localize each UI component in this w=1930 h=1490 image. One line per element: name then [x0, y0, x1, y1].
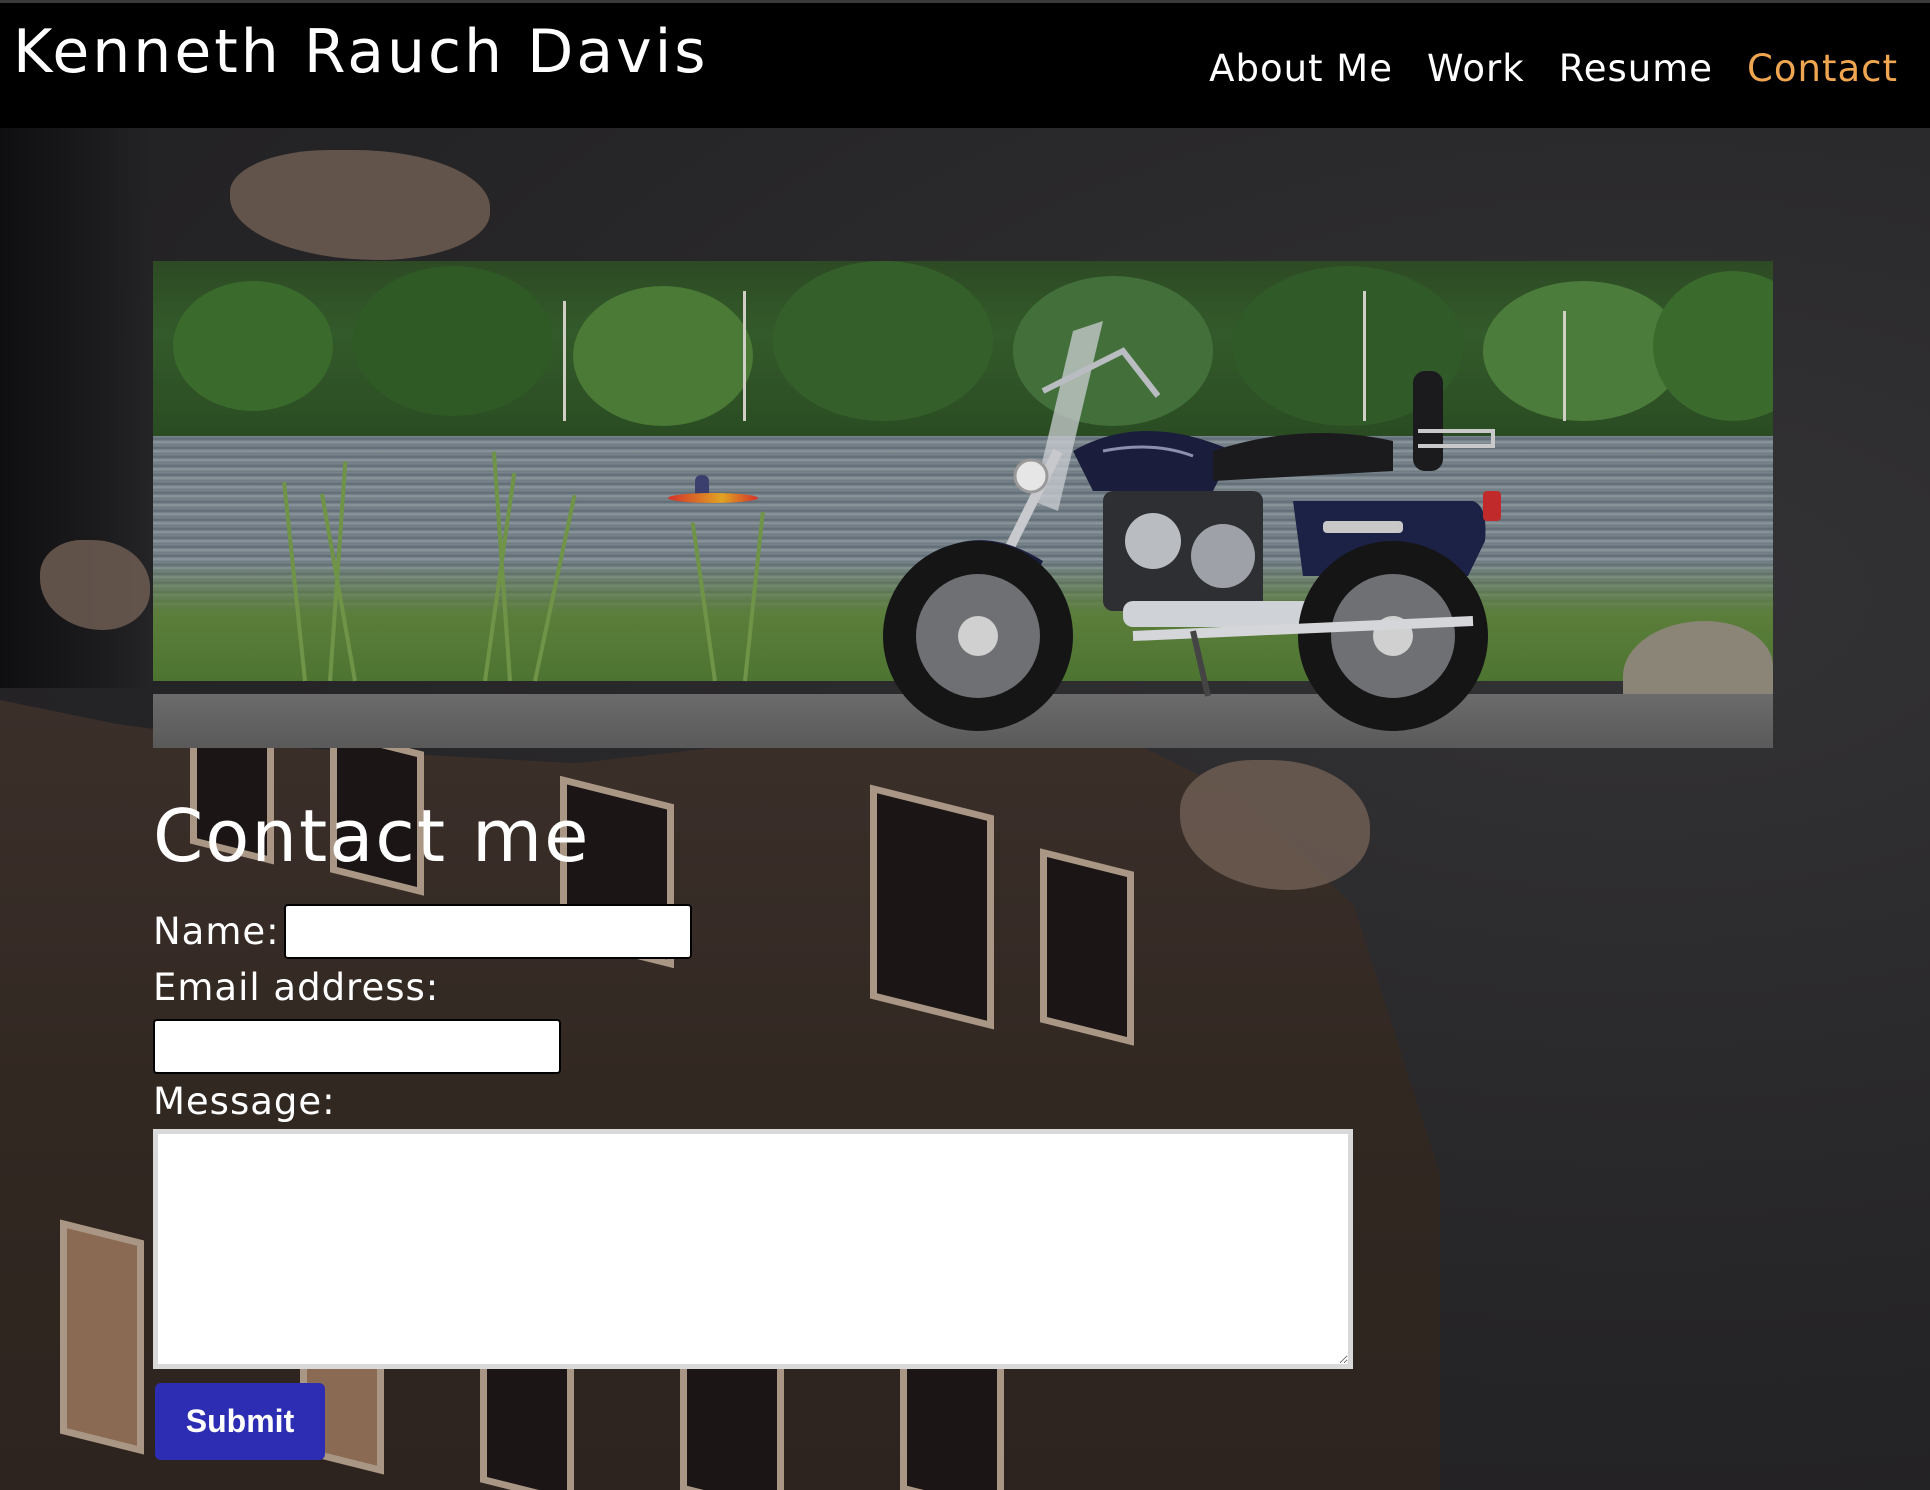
- hero-trunk: [743, 291, 746, 421]
- background-light-patch: [230, 150, 490, 260]
- hero-tree: [173, 281, 333, 411]
- hero-tree: [353, 266, 553, 416]
- hero-kayaker: [695, 475, 709, 495]
- nav-work[interactable]: Work: [1427, 47, 1525, 90]
- motorcycle-image: [883, 321, 1501, 731]
- message-textarea[interactable]: [153, 1129, 1353, 1369]
- name-row: Name:: [153, 904, 692, 959]
- site-title[interactable]: Kenneth Rauch Davis: [13, 17, 709, 87]
- hero-image: [153, 261, 1773, 748]
- name-input[interactable]: [283, 904, 692, 959]
- nav-contact[interactable]: Contact: [1747, 47, 1898, 90]
- contact-heading: Contact me: [153, 794, 591, 878]
- background-window: [1040, 848, 1134, 1046]
- site-header: Kenneth Rauch Davis About Me Work Resume…: [0, 0, 1930, 128]
- hero-tree: [573, 286, 753, 426]
- background-window: [870, 784, 994, 1030]
- nav-about-me[interactable]: About Me: [1209, 47, 1393, 90]
- message-label: Message:: [153, 1080, 336, 1123]
- background-window: [60, 1219, 144, 1455]
- submit-button[interactable]: Submit: [155, 1383, 325, 1460]
- hero-kayak: [668, 493, 758, 503]
- name-label: Name:: [153, 910, 280, 953]
- email-input[interactable]: [153, 1019, 561, 1074]
- main-nav: About Me Work Resume Contact: [1209, 47, 1898, 90]
- nav-resume[interactable]: Resume: [1559, 47, 1713, 90]
- email-label: Email address:: [153, 966, 440, 1009]
- hero-trunk: [563, 301, 566, 421]
- contact-section: Contact me Name: Email address: Message:…: [153, 794, 1353, 1460]
